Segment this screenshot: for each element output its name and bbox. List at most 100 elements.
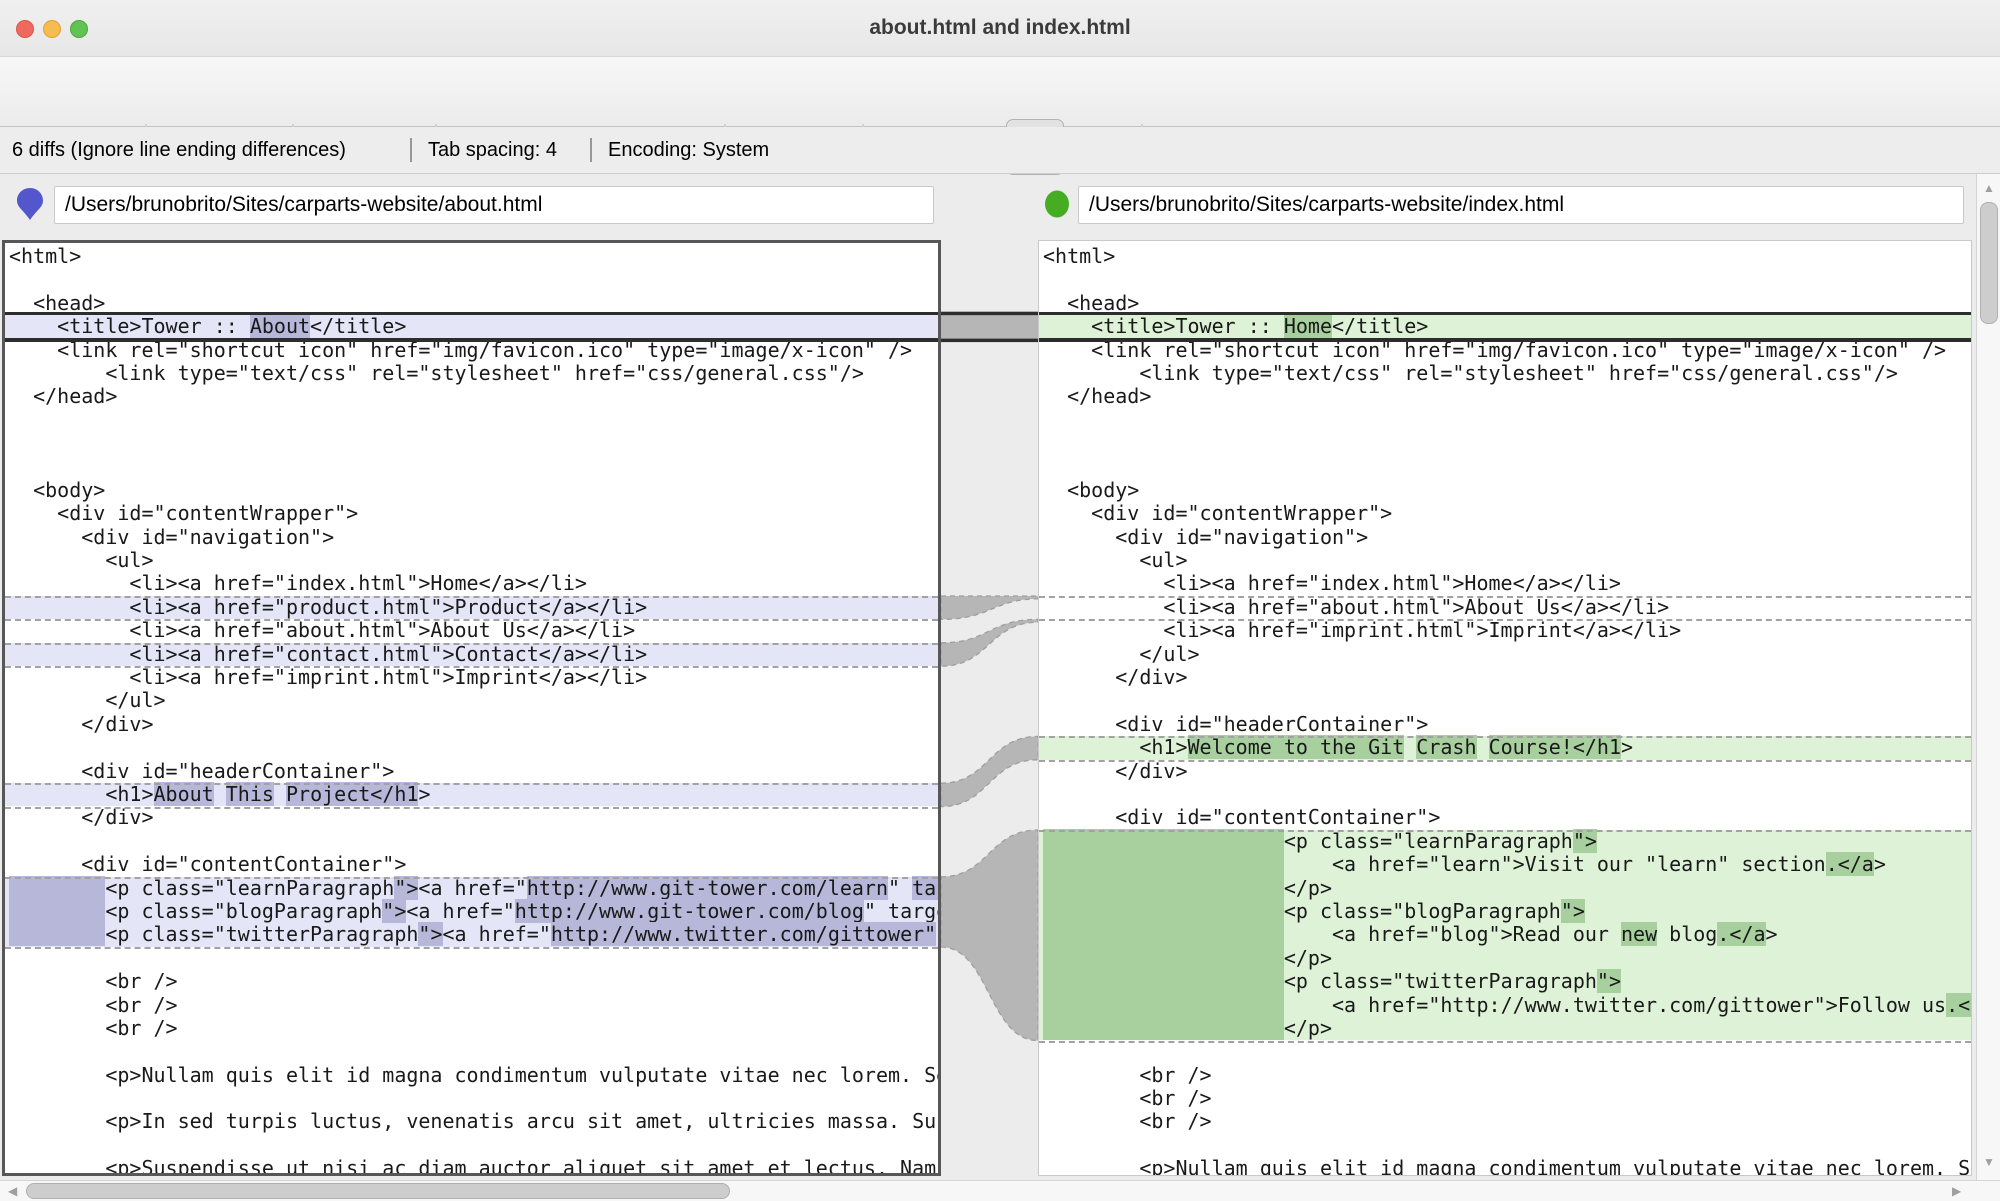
code-line: <li><a href="index.html">Home</a></li> xyxy=(1039,572,1971,595)
vertical-scrollbar[interactable]: ▲ ▼ xyxy=(1976,174,2000,1180)
right-file-marker-dot-icon xyxy=(1042,188,1072,222)
diff-gutter xyxy=(941,240,1038,1176)
diff-dashed-border xyxy=(5,619,938,621)
code-line: <link rel="shortcut icon" href="img/favi… xyxy=(1039,339,1971,362)
code-line xyxy=(1039,1040,1971,1063)
code-line: <br /> xyxy=(1039,1110,1971,1133)
scroll-up-arrow-icon[interactable]: ▲ xyxy=(1983,182,1995,194)
code-line: <link type="text/css" rel="stylesheet" h… xyxy=(5,362,938,385)
code-line: <br /> xyxy=(5,1017,938,1040)
status-separator xyxy=(410,138,412,162)
code-line: <div id="contentWrapper"> xyxy=(1039,502,1971,525)
code-line: <h1>About This Project</h1> xyxy=(5,783,938,806)
code-line xyxy=(1039,456,1971,479)
diff-dashed-border xyxy=(1039,619,1971,621)
left-file-marker-pin-icon xyxy=(14,186,46,224)
code-line: <p class="twitterParagraph"><a href="htt… xyxy=(5,923,938,946)
toolbar: 1 2 3 xyxy=(0,57,2000,127)
code-line: </ul> xyxy=(5,689,938,712)
current-diff-border xyxy=(1039,312,1971,316)
code-line: <p class="learnParagraph"><a href="http:… xyxy=(5,877,938,900)
code-line: </div> xyxy=(5,806,938,829)
scroll-down-arrow-icon[interactable]: ▼ xyxy=(1983,1156,1995,1168)
code-line xyxy=(5,947,938,970)
code-line: <h1>Welcome to the Git Crash Course!</h1… xyxy=(1039,736,1971,759)
code-line: <li><a href="product.html">Product</a></… xyxy=(5,596,938,619)
code-line: <div id="headerContainer"> xyxy=(5,760,938,783)
code-line: <p class="twitterParagraph"> xyxy=(1039,970,1971,993)
code-line xyxy=(5,409,938,432)
diff-dashed-border xyxy=(5,666,938,668)
right-file-path-input[interactable] xyxy=(1078,186,1964,224)
diff-dashed-border xyxy=(5,783,938,785)
diff-dashed-border xyxy=(1039,736,1971,738)
vertical-scroll-thumb[interactable] xyxy=(1980,202,1998,324)
code-line: </p> xyxy=(1039,877,1971,900)
scroll-left-arrow-icon[interactable]: ◀ xyxy=(8,1185,17,1197)
code-line: <p>Suspendisse ut nisi ac diam auctor al… xyxy=(5,1157,938,1176)
code-line: <li><a href="imprint.html">Imprint</a></… xyxy=(1039,619,1971,642)
code-line: <li><a href="about.html">About Us</a></l… xyxy=(1039,596,1971,619)
code-line: <div id="navigation"> xyxy=(1039,526,1971,549)
window-title: about.html and index.html xyxy=(0,0,2000,56)
horizontal-scroll-thumb[interactable] xyxy=(26,1183,730,1199)
code-line: <p>Nullam quis elit id magna condimentum… xyxy=(5,1064,938,1087)
scroll-right-arrow-icon[interactable]: ▶ xyxy=(1952,1185,1961,1197)
code-line: <li><a href="index.html">Home</a></li> xyxy=(5,572,938,595)
tab-spacing: Tab spacing: 4 xyxy=(428,127,557,173)
right-code-pane[interactable]: <html> <head> <title>Tower :: Home</titl… xyxy=(1038,240,1972,1176)
diff-dashed-border xyxy=(1039,596,1971,598)
code-line xyxy=(1039,409,1971,432)
diff-dashed-border xyxy=(5,596,938,598)
code-line xyxy=(5,1040,938,1063)
titlebar: about.html and index.html xyxy=(0,0,2000,57)
code-line: <link rel="shortcut icon" href="img/favi… xyxy=(5,339,938,362)
code-line: <html> xyxy=(5,245,938,268)
diff-summary: 6 diffs (Ignore line ending differences) xyxy=(12,127,346,173)
code-line: <div id="navigation"> xyxy=(5,526,938,549)
code-line: <a href="http://www.twitter.com/gittower… xyxy=(1039,994,1971,1017)
code-line: </p> xyxy=(1039,947,1971,970)
code-line: </head> xyxy=(5,385,938,408)
code-line: <p class="blogParagraph"> xyxy=(1039,900,1971,923)
code-line xyxy=(5,830,938,853)
encoding: Encoding: System xyxy=(608,127,769,173)
diff-dashed-border xyxy=(5,643,938,645)
code-line xyxy=(1039,432,1971,455)
code-line: </div> xyxy=(1039,760,1971,783)
code-line xyxy=(1039,268,1971,291)
code-line: <title>Tower :: Home</title> xyxy=(1039,315,1971,338)
left-file-path-input[interactable] xyxy=(54,186,934,224)
code-line: <link type="text/css" rel="stylesheet" h… xyxy=(1039,362,1971,385)
code-line: <a href="blog">Read our new blog.</a> xyxy=(1039,923,1971,946)
code-line: <div id="contentWrapper"> xyxy=(5,502,938,525)
code-line: <p>Nullam quis elit id magna condimentum… xyxy=(1039,1157,1971,1176)
code-line: <ul> xyxy=(1039,549,1971,572)
code-line xyxy=(1039,689,1971,712)
code-line: <title>Tower :: About</title> xyxy=(5,315,938,338)
code-line xyxy=(1039,783,1971,806)
code-line: <html> xyxy=(1039,245,1971,268)
code-line: <p class="blogParagraph"><a href="http:/… xyxy=(5,900,938,923)
left-code-content: <html> <head> <title>Tower :: About</tit… xyxy=(5,243,938,1176)
code-line: <ul> xyxy=(5,549,938,572)
code-line xyxy=(5,456,938,479)
horizontal-scrollbar[interactable]: ◀ ▶ xyxy=(0,1180,2000,1201)
left-code-pane[interactable]: <html> <head> <title>Tower :: About</tit… xyxy=(2,240,941,1176)
code-line: </div> xyxy=(5,713,938,736)
code-line: </div> xyxy=(1039,666,1971,689)
diff-dashed-border xyxy=(1039,830,1971,832)
code-line: <li><a href="contact.html">Contact</a></… xyxy=(5,643,938,666)
code-line: <li><a href="imprint.html">Imprint</a></… xyxy=(5,666,938,689)
right-code-content: <html> <head> <title>Tower :: Home</titl… xyxy=(1039,241,1971,1176)
diff-connectors xyxy=(941,240,1038,1176)
diff-dashed-border xyxy=(5,947,938,949)
current-diff-border xyxy=(1039,338,1971,342)
diff-dashed-border xyxy=(1039,760,1971,762)
code-line: <div id="contentContainer"> xyxy=(5,853,938,876)
code-line: <br /> xyxy=(1039,1064,1971,1087)
code-line: <li><a href="about.html">About Us</a></l… xyxy=(5,619,938,642)
current-diff-border xyxy=(5,338,938,342)
code-line: </ul> xyxy=(1039,643,1971,666)
code-line: <div id="headerContainer"> xyxy=(1039,713,1971,736)
